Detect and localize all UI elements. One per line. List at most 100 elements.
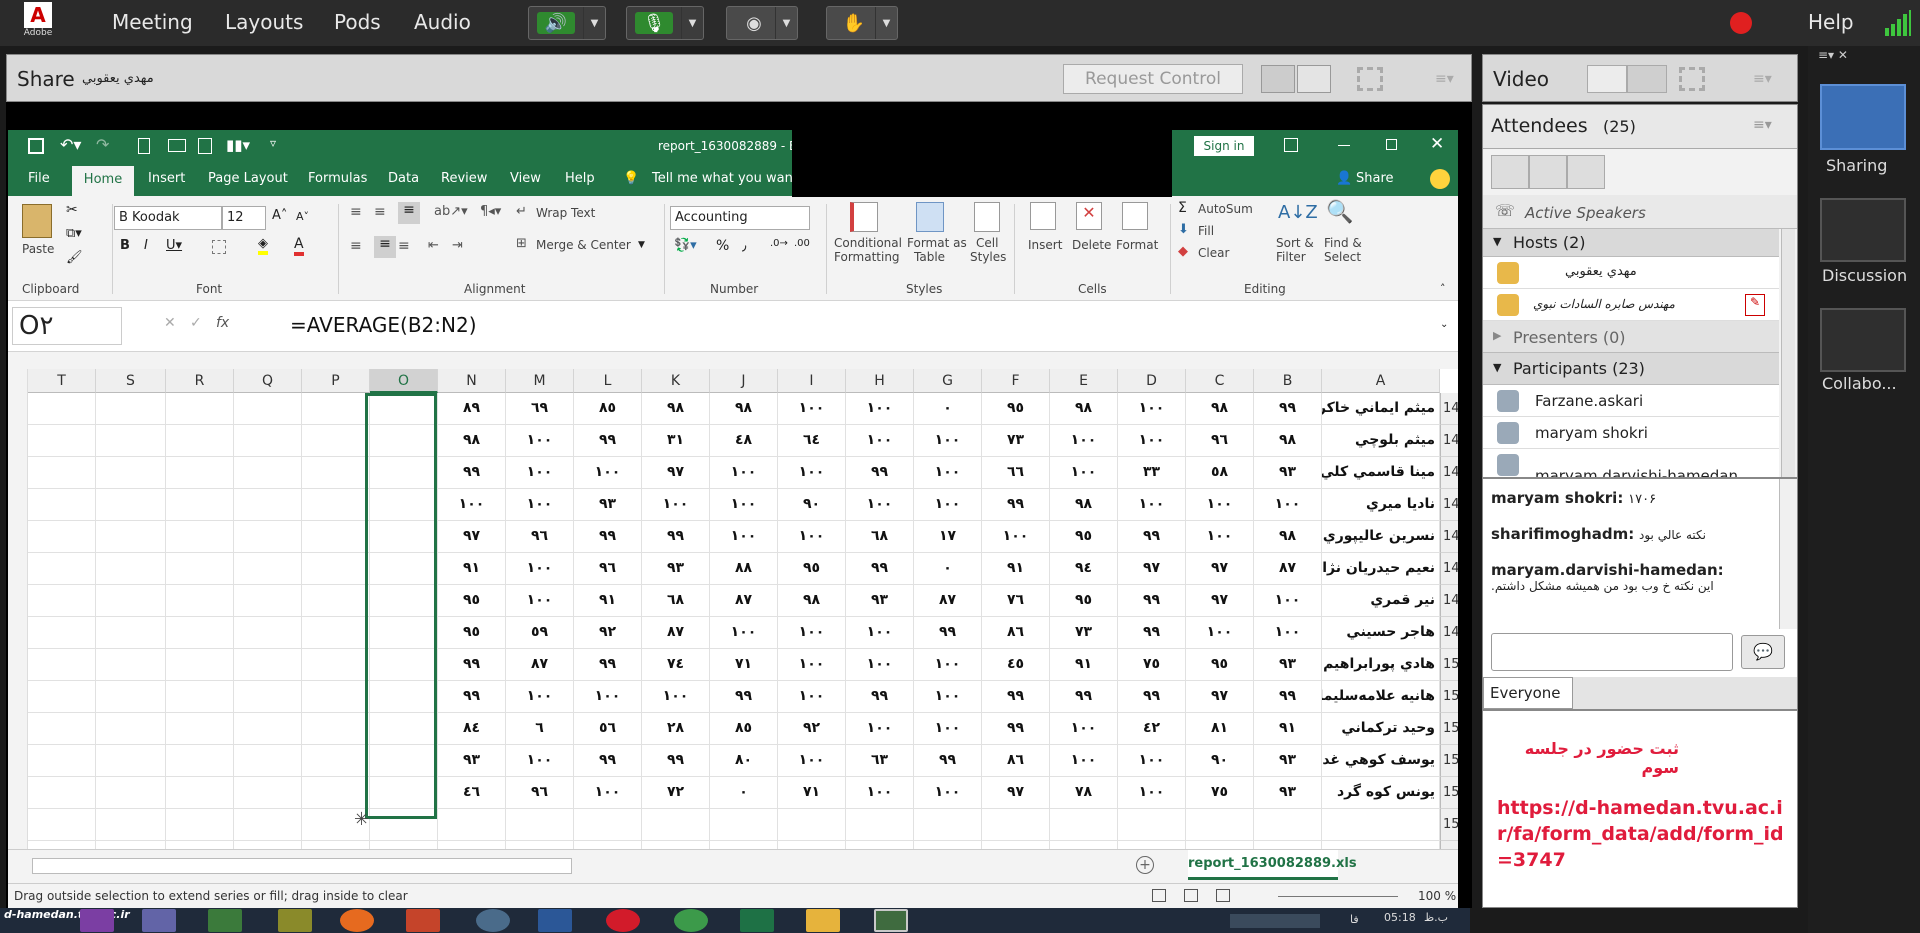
- cell[interactable]: ٩٩: [1118, 617, 1186, 649]
- raise-hand-button[interactable]: ✋ ▼: [826, 6, 898, 40]
- cell-student-name[interactable]: وحيد ترکماني: [1322, 713, 1440, 745]
- cell[interactable]: [28, 585, 96, 617]
- cell[interactable]: ٩٣: [846, 585, 914, 617]
- cell[interactable]: ٩٥: [1186, 649, 1254, 681]
- cell[interactable]: [370, 841, 438, 849]
- cell[interactable]: ٤٥: [982, 649, 1050, 681]
- tab-home[interactable]: Home: [72, 166, 134, 196]
- cell-student-name[interactable]: ناديا ميري: [1322, 489, 1440, 521]
- cell[interactable]: ٨٧: [710, 585, 778, 617]
- cell[interactable]: ٧٤: [642, 649, 710, 681]
- cell[interactable]: [1186, 841, 1254, 849]
- cell[interactable]: [166, 745, 234, 777]
- cell[interactable]: [166, 617, 234, 649]
- cell[interactable]: [438, 841, 506, 849]
- add-sheet-icon[interactable]: +: [1136, 856, 1154, 874]
- video-filmstrip-icon[interactable]: [1627, 65, 1667, 93]
- host-row[interactable]: مهندس صابره السادات نبوي ✎: [1483, 289, 1779, 321]
- cell[interactable]: ٧٣: [982, 425, 1050, 457]
- cell[interactable]: [166, 393, 234, 425]
- record-icon[interactable]: [1730, 12, 1752, 34]
- vertical-scrollbar[interactable]: [8, 369, 28, 849]
- participant-row[interactable]: maryam shokri: [1483, 417, 1779, 449]
- cell[interactable]: [28, 649, 96, 681]
- cell[interactable]: ١٠٠: [438, 489, 506, 521]
- paste-button[interactable]: Paste: [22, 242, 54, 256]
- cell[interactable]: ١٠٠: [1050, 425, 1118, 457]
- cell[interactable]: ١٠٠: [710, 457, 778, 489]
- layout-collaboration-label[interactable]: Collabo...: [1822, 374, 1897, 393]
- cell[interactable]: [96, 425, 166, 457]
- cell[interactable]: [96, 489, 166, 521]
- cell[interactable]: [28, 425, 96, 457]
- cell[interactable]: [302, 617, 370, 649]
- cell[interactable]: ٩٨: [710, 393, 778, 425]
- cell[interactable]: ٩٨: [642, 393, 710, 425]
- fill-button[interactable]: Fill: [1198, 224, 1214, 238]
- row-header[interactable]: 152: [1440, 713, 1458, 745]
- cell[interactable]: [234, 489, 302, 521]
- cell[interactable]: [234, 809, 302, 841]
- cell[interactable]: ١٠٠: [1118, 489, 1186, 521]
- cell[interactable]: ١٠٠: [778, 617, 846, 649]
- collapse-ribbon-icon[interactable]: ˄: [1440, 282, 1446, 295]
- column-header-e[interactable]: E: [1050, 369, 1118, 393]
- cell[interactable]: ٧١: [710, 649, 778, 681]
- cell[interactable]: [302, 681, 370, 713]
- cell[interactable]: ٦٨: [642, 585, 710, 617]
- align-middle-icon[interactable]: ≡: [374, 204, 386, 220]
- cell[interactable]: ١٠٠: [1254, 585, 1322, 617]
- row-header[interactable]: 150: [1440, 649, 1458, 681]
- host-row[interactable]: مهدي يعقوبي: [1483, 257, 1779, 289]
- zoom-slider[interactable]: [1278, 896, 1398, 897]
- cell-student-name[interactable]: هاجر حسيني: [1322, 617, 1440, 649]
- cell[interactable]: [96, 777, 166, 809]
- row-header[interactable]: 146: [1440, 521, 1458, 553]
- clock-time[interactable]: 05:18: [1384, 911, 1416, 924]
- layout-discussion-label[interactable]: Discussion: [1822, 266, 1907, 285]
- cell-student-name[interactable]: [1322, 841, 1440, 849]
- cell[interactable]: ١٠٠: [506, 489, 574, 521]
- page-layout-view-icon[interactable]: [1184, 889, 1198, 902]
- cell[interactable]: ٩٩: [982, 713, 1050, 745]
- cell[interactable]: ٩٤: [1050, 553, 1118, 585]
- cell[interactable]: ١٠٠: [1050, 457, 1118, 489]
- row-header[interactable]: 145: [1440, 489, 1458, 521]
- cell[interactable]: ٩٦: [1186, 425, 1254, 457]
- row-header[interactable]: 142: [1440, 393, 1458, 425]
- cell[interactable]: [234, 425, 302, 457]
- cell[interactable]: [166, 649, 234, 681]
- cell[interactable]: [96, 713, 166, 745]
- cell-student-name[interactable]: [1322, 809, 1440, 841]
- cell-student-name[interactable]: نعيم حيدريان نژاد: [1322, 553, 1440, 585]
- attendee-scrollbar[interactable]: [1781, 229, 1795, 477]
- cell[interactable]: [302, 745, 370, 777]
- cell[interactable]: ٩٧: [1186, 681, 1254, 713]
- collapse-icon[interactable]: ▼: [1493, 361, 1501, 374]
- cell[interactable]: ٩٧: [438, 521, 506, 553]
- cell[interactable]: ٩٠: [1186, 745, 1254, 777]
- align-bottom-icon[interactable]: ≡: [398, 202, 420, 224]
- cell[interactable]: [506, 809, 574, 841]
- presenters-header[interactable]: ▶ Presenters (0): [1483, 321, 1779, 353]
- cell[interactable]: ١٠٠: [506, 457, 574, 489]
- formula-input[interactable]: =AVERAGE(B2:N2): [290, 313, 477, 337]
- cell[interactable]: ٨٦: [982, 745, 1050, 777]
- pod-options-icon[interactable]: ≡▾: [1753, 71, 1772, 87]
- fullscreen-icon[interactable]: [1357, 67, 1383, 91]
- attendee-list-view-icon[interactable]: [1491, 155, 1529, 189]
- cell[interactable]: ٧٣: [1050, 617, 1118, 649]
- cell-student-name[interactable]: هانيه علامه‌سليماني: [1322, 681, 1440, 713]
- increase-font-icon[interactable]: A˄: [272, 208, 287, 223]
- cell[interactable]: ١٠٠: [914, 425, 982, 457]
- cell[interactable]: [302, 553, 370, 585]
- chrome-icon[interactable]: [674, 909, 708, 932]
- cell[interactable]: ١٧: [914, 521, 982, 553]
- cell[interactable]: ٩٩: [1118, 585, 1186, 617]
- fill-color-icon[interactable]: ◈: [258, 236, 268, 255]
- tab-review[interactable]: Review: [441, 171, 487, 186]
- wrap-text-button[interactable]: Wrap Text: [536, 206, 595, 220]
- find-select-button[interactable]: Find &: [1324, 236, 1362, 250]
- cell[interactable]: ٣١: [642, 425, 710, 457]
- increase-decimal-icon[interactable]: .0→: [770, 238, 788, 249]
